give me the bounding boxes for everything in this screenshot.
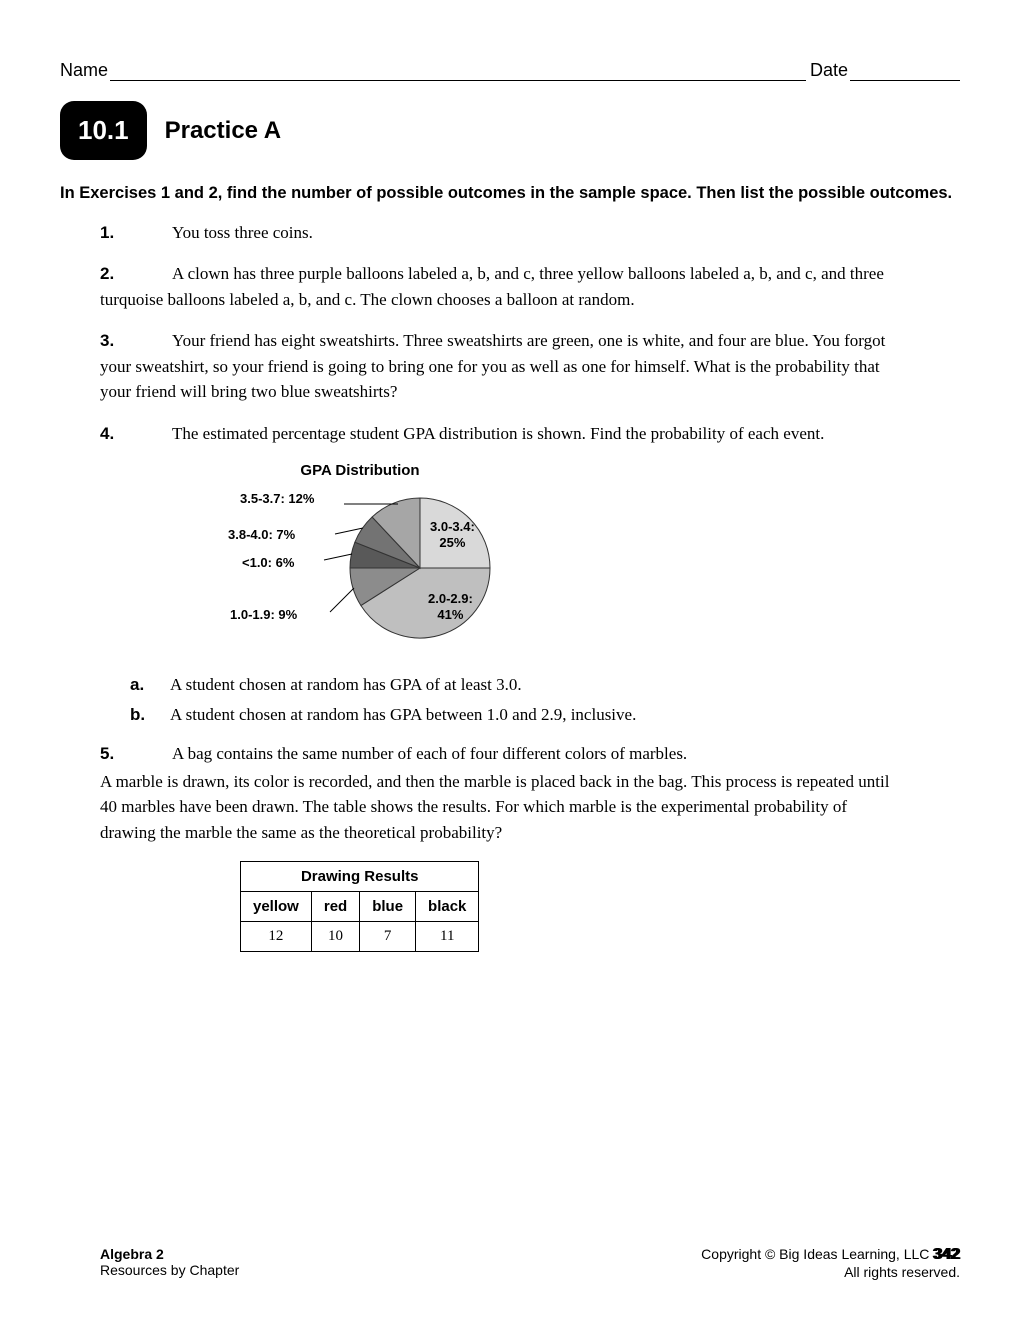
page-number: 342 (933, 1246, 960, 1263)
pie-label-20-29-b: 41% (437, 607, 463, 622)
title-row: 10.1 Practice A (60, 101, 960, 160)
date-blank[interactable] (850, 63, 960, 81)
book-title: Algebra 2 (100, 1246, 239, 1262)
exercise-5-body: A marble is drawn, its color is recorded… (100, 769, 900, 846)
exercise-text: A marble is drawn, its color is recorded… (100, 772, 889, 842)
table-header-row: yellow red blue black (241, 892, 479, 922)
table-header: yellow (241, 892, 312, 922)
table-cell: 10 (311, 922, 359, 952)
exercise-text: A bag contains the same number of each o… (172, 744, 687, 763)
date-label: Date (810, 60, 848, 81)
pie-label-38-40: 3.8-4.0: 7% (228, 527, 295, 542)
pie-label-10-19: 1.0-1.9: 9% (230, 607, 297, 622)
pie-label-30-34-a: 3.0-3.4: (430, 519, 475, 534)
exercise-text: You toss three coins. (172, 223, 313, 242)
name-label: Name (60, 60, 108, 81)
name-blank[interactable] (110, 63, 806, 81)
copyright-text: Copyright © Big Ideas Learning, LLC (701, 1246, 929, 1262)
sub-text: A student chosen at random has GPA of at… (170, 675, 522, 694)
exercise-2: 2.A clown has three purple balloons labe… (100, 261, 900, 312)
sub-label: a. (130, 675, 170, 695)
lesson-number-badge: 10.1 (60, 101, 147, 160)
instructions-text: In Exercises 1 and 2, find the number of… (60, 182, 960, 206)
footer-left: Algebra 2 Resources by Chapter (100, 1246, 239, 1280)
table-caption: Drawing Results (240, 861, 479, 891)
header-fields: Name Date (60, 60, 960, 81)
pie-label-35-37: 3.5-3.7: 12% (240, 491, 314, 506)
drawing-results-table: Drawing Results yellow red blue black 12… (240, 861, 479, 952)
pie-label-20-29-a: 2.0-2.9: (428, 591, 473, 606)
table-cell: 11 (416, 922, 479, 952)
table-header: blue (360, 892, 416, 922)
pie-label-lt10: <1.0: 6% (242, 555, 294, 570)
worksheet-title: Practice A (165, 117, 282, 145)
exercise-text: A clown has three purple balloons labele… (100, 264, 884, 309)
page-footer: Algebra 2 Resources by Chapter Copyright… (100, 1246, 960, 1280)
footer-right: Copyright © Big Ideas Learning, LLC 342 … (701, 1246, 960, 1280)
table-cell: 7 (360, 922, 416, 952)
pie-label-30-34-b: 25% (439, 535, 465, 550)
exercise-text: Your friend has eight sweatshirts. Three… (100, 331, 885, 401)
table-header: black (416, 892, 479, 922)
table-header: red (311, 892, 359, 922)
exercise-4b: b.A student chosen at random has GPA bet… (100, 705, 900, 725)
exercise-5-intro: 5.A bag contains the same number of each… (100, 741, 900, 767)
rights-text: All rights reserved. (701, 1264, 960, 1280)
exercises-content: 1.You toss three coins. 2.A clown has th… (60, 220, 960, 953)
exercise-number: 5. (100, 741, 172, 767)
table-row: 12 10 7 11 (241, 922, 479, 952)
gpa-pie-chart: GPA Distribution (100, 462, 900, 653)
exercise-number: 1. (100, 220, 172, 246)
results-table-wrap: Drawing Results yellow red blue black 12… (100, 861, 900, 952)
exercise-4a: a.A student chosen at random has GPA of … (100, 675, 900, 695)
exercise-number: 2. (100, 261, 172, 287)
exercise-1: 1.You toss three coins. (100, 220, 900, 246)
exercise-text: The estimated percentage student GPA dis… (172, 424, 824, 443)
sub-text: A student chosen at random has GPA betwe… (170, 705, 636, 724)
exercise-3: 3.Your friend has eight sweatshirts. Thr… (100, 328, 900, 405)
chart-title: GPA Distribution (220, 462, 500, 479)
exercise-number: 4. (100, 421, 172, 447)
sub-label: b. (130, 705, 170, 725)
footer-subtitle: Resources by Chapter (100, 1262, 239, 1278)
exercise-number: 3. (100, 328, 172, 354)
exercise-4: 4.The estimated percentage student GPA d… (100, 421, 900, 447)
table-cell: 12 (241, 922, 312, 952)
